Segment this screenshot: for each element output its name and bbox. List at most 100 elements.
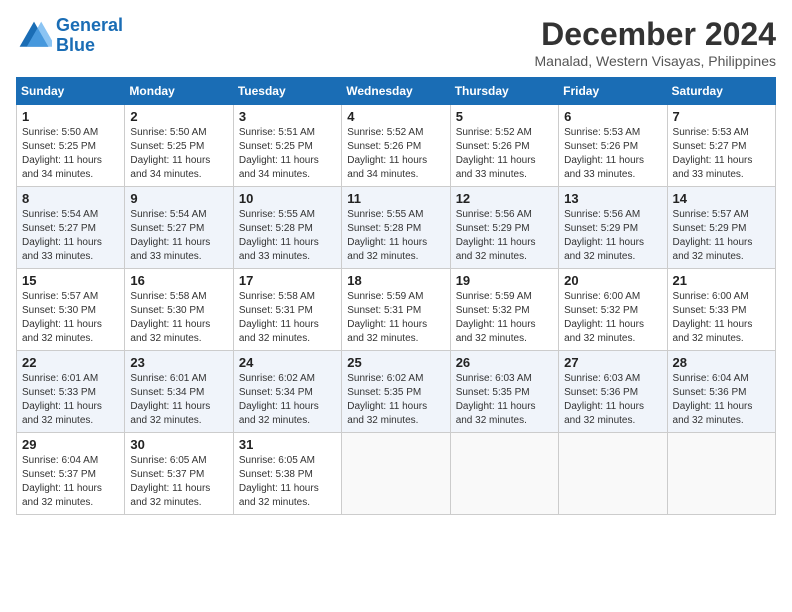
calendar-week-row: 1 Sunrise: 5:50 AM Sunset: 5:25 PM Dayli…: [17, 105, 776, 187]
weekday-header: Thursday: [450, 78, 558, 105]
calendar-cell: 22 Sunrise: 6:01 AM Sunset: 5:33 PM Dayl…: [17, 351, 125, 433]
day-info: Sunrise: 5:52 AM Sunset: 5:26 PM Dayligh…: [456, 126, 553, 182]
calendar-cell: 4 Sunrise: 5:52 AM Sunset: 5:26 PM Dayli…: [342, 105, 450, 187]
day-info: Sunrise: 6:00 AM Sunset: 5:32 PM Dayligh…: [564, 290, 661, 346]
day-info: Sunrise: 6:04 AM Sunset: 5:37 PM Dayligh…: [22, 454, 119, 510]
day-info: Sunrise: 5:57 AM Sunset: 5:29 PM Dayligh…: [673, 208, 770, 264]
day-info: Sunrise: 5:55 AM Sunset: 5:28 PM Dayligh…: [347, 208, 444, 264]
calendar-cell: 18 Sunrise: 5:59 AM Sunset: 5:31 PM Dayl…: [342, 269, 450, 351]
day-info: Sunrise: 6:03 AM Sunset: 5:36 PM Dayligh…: [564, 372, 661, 428]
calendar-cell: 11 Sunrise: 5:55 AM Sunset: 5:28 PM Dayl…: [342, 187, 450, 269]
calendar-cell: 26 Sunrise: 6:03 AM Sunset: 5:35 PM Dayl…: [450, 351, 558, 433]
day-number: 19: [456, 273, 553, 288]
day-info: Sunrise: 6:02 AM Sunset: 5:35 PM Dayligh…: [347, 372, 444, 428]
calendar-cell: 8 Sunrise: 5:54 AM Sunset: 5:27 PM Dayli…: [17, 187, 125, 269]
day-number: 2: [130, 109, 227, 124]
day-number: 26: [456, 355, 553, 370]
calendar-cell: [667, 433, 775, 515]
day-number: 24: [239, 355, 336, 370]
weekday-header: Sunday: [17, 78, 125, 105]
day-info: Sunrise: 6:02 AM Sunset: 5:34 PM Dayligh…: [239, 372, 336, 428]
calendar-week-row: 15 Sunrise: 5:57 AM Sunset: 5:30 PM Dayl…: [17, 269, 776, 351]
calendar-cell: 9 Sunrise: 5:54 AM Sunset: 5:27 PM Dayli…: [125, 187, 233, 269]
day-number: 23: [130, 355, 227, 370]
day-number: 17: [239, 273, 336, 288]
day-number: 3: [239, 109, 336, 124]
day-number: 12: [456, 191, 553, 206]
calendar-cell: 3 Sunrise: 5:51 AM Sunset: 5:25 PM Dayli…: [233, 105, 341, 187]
day-number: 18: [347, 273, 444, 288]
day-info: Sunrise: 5:50 AM Sunset: 5:25 PM Dayligh…: [22, 126, 119, 182]
day-info: Sunrise: 5:51 AM Sunset: 5:25 PM Dayligh…: [239, 126, 336, 182]
weekday-header: Monday: [125, 78, 233, 105]
calendar-cell: 5 Sunrise: 5:52 AM Sunset: 5:26 PM Dayli…: [450, 105, 558, 187]
weekday-header: Tuesday: [233, 78, 341, 105]
calendar-week-row: 8 Sunrise: 5:54 AM Sunset: 5:27 PM Dayli…: [17, 187, 776, 269]
day-number: 5: [456, 109, 553, 124]
logo-icon: [16, 18, 52, 54]
day-info: Sunrise: 6:05 AM Sunset: 5:37 PM Dayligh…: [130, 454, 227, 510]
location: Manalad, Western Visayas, Philippines: [535, 53, 777, 69]
calendar-cell: 1 Sunrise: 5:50 AM Sunset: 5:25 PM Dayli…: [17, 105, 125, 187]
day-info: Sunrise: 5:56 AM Sunset: 5:29 PM Dayligh…: [456, 208, 553, 264]
day-number: 30: [130, 437, 227, 452]
calendar-cell: 2 Sunrise: 5:50 AM Sunset: 5:25 PM Dayli…: [125, 105, 233, 187]
logo: General Blue: [16, 16, 123, 56]
calendar-cell: 31 Sunrise: 6:05 AM Sunset: 5:38 PM Dayl…: [233, 433, 341, 515]
day-info: Sunrise: 5:56 AM Sunset: 5:29 PM Dayligh…: [564, 208, 661, 264]
day-info: Sunrise: 5:54 AM Sunset: 5:27 PM Dayligh…: [130, 208, 227, 264]
calendar-cell: 7 Sunrise: 5:53 AM Sunset: 5:27 PM Dayli…: [667, 105, 775, 187]
day-info: Sunrise: 5:50 AM Sunset: 5:25 PM Dayligh…: [130, 126, 227, 182]
page-header: General Blue December 2024 Manalad, West…: [16, 16, 776, 69]
calendar-cell: 10 Sunrise: 5:55 AM Sunset: 5:28 PM Dayl…: [233, 187, 341, 269]
calendar-cell: 6 Sunrise: 5:53 AM Sunset: 5:26 PM Dayli…: [559, 105, 667, 187]
calendar-cell: 20 Sunrise: 6:00 AM Sunset: 5:32 PM Dayl…: [559, 269, 667, 351]
day-number: 13: [564, 191, 661, 206]
day-info: Sunrise: 5:59 AM Sunset: 5:31 PM Dayligh…: [347, 290, 444, 346]
day-number: 29: [22, 437, 119, 452]
calendar-cell: 17 Sunrise: 5:58 AM Sunset: 5:31 PM Dayl…: [233, 269, 341, 351]
day-number: 11: [347, 191, 444, 206]
day-number: 1: [22, 109, 119, 124]
day-info: Sunrise: 5:55 AM Sunset: 5:28 PM Dayligh…: [239, 208, 336, 264]
calendar-cell: [450, 433, 558, 515]
calendar-cell: 28 Sunrise: 6:04 AM Sunset: 5:36 PM Dayl…: [667, 351, 775, 433]
day-info: Sunrise: 5:57 AM Sunset: 5:30 PM Dayligh…: [22, 290, 119, 346]
day-number: 10: [239, 191, 336, 206]
calendar-cell: 23 Sunrise: 6:01 AM Sunset: 5:34 PM Dayl…: [125, 351, 233, 433]
day-number: 25: [347, 355, 444, 370]
day-info: Sunrise: 5:58 AM Sunset: 5:31 PM Dayligh…: [239, 290, 336, 346]
calendar-cell: 13 Sunrise: 5:56 AM Sunset: 5:29 PM Dayl…: [559, 187, 667, 269]
day-number: 6: [564, 109, 661, 124]
day-number: 9: [130, 191, 227, 206]
day-number: 31: [239, 437, 336, 452]
calendar-cell: [342, 433, 450, 515]
day-info: Sunrise: 5:53 AM Sunset: 5:27 PM Dayligh…: [673, 126, 770, 182]
calendar-cell: 15 Sunrise: 5:57 AM Sunset: 5:30 PM Dayl…: [17, 269, 125, 351]
day-info: Sunrise: 6:03 AM Sunset: 5:35 PM Dayligh…: [456, 372, 553, 428]
day-number: 27: [564, 355, 661, 370]
weekday-header-row: SundayMondayTuesdayWednesdayThursdayFrid…: [17, 78, 776, 105]
calendar-week-row: 22 Sunrise: 6:01 AM Sunset: 5:33 PM Dayl…: [17, 351, 776, 433]
day-info: Sunrise: 5:54 AM Sunset: 5:27 PM Dayligh…: [22, 208, 119, 264]
day-info: Sunrise: 6:01 AM Sunset: 5:34 PM Dayligh…: [130, 372, 227, 428]
day-info: Sunrise: 5:52 AM Sunset: 5:26 PM Dayligh…: [347, 126, 444, 182]
calendar-cell: 16 Sunrise: 5:58 AM Sunset: 5:30 PM Dayl…: [125, 269, 233, 351]
day-number: 28: [673, 355, 770, 370]
day-info: Sunrise: 6:00 AM Sunset: 5:33 PM Dayligh…: [673, 290, 770, 346]
day-number: 8: [22, 191, 119, 206]
calendar-cell: 14 Sunrise: 5:57 AM Sunset: 5:29 PM Dayl…: [667, 187, 775, 269]
weekday-header: Wednesday: [342, 78, 450, 105]
day-number: 22: [22, 355, 119, 370]
day-number: 7: [673, 109, 770, 124]
calendar-cell: 27 Sunrise: 6:03 AM Sunset: 5:36 PM Dayl…: [559, 351, 667, 433]
day-number: 4: [347, 109, 444, 124]
day-info: Sunrise: 6:05 AM Sunset: 5:38 PM Dayligh…: [239, 454, 336, 510]
day-info: Sunrise: 6:04 AM Sunset: 5:36 PM Dayligh…: [673, 372, 770, 428]
weekday-header: Friday: [559, 78, 667, 105]
logo-text: General Blue: [56, 16, 123, 56]
month-title: December 2024: [535, 16, 777, 53]
calendar-cell: 25 Sunrise: 6:02 AM Sunset: 5:35 PM Dayl…: [342, 351, 450, 433]
day-info: Sunrise: 5:53 AM Sunset: 5:26 PM Dayligh…: [564, 126, 661, 182]
day-number: 20: [564, 273, 661, 288]
